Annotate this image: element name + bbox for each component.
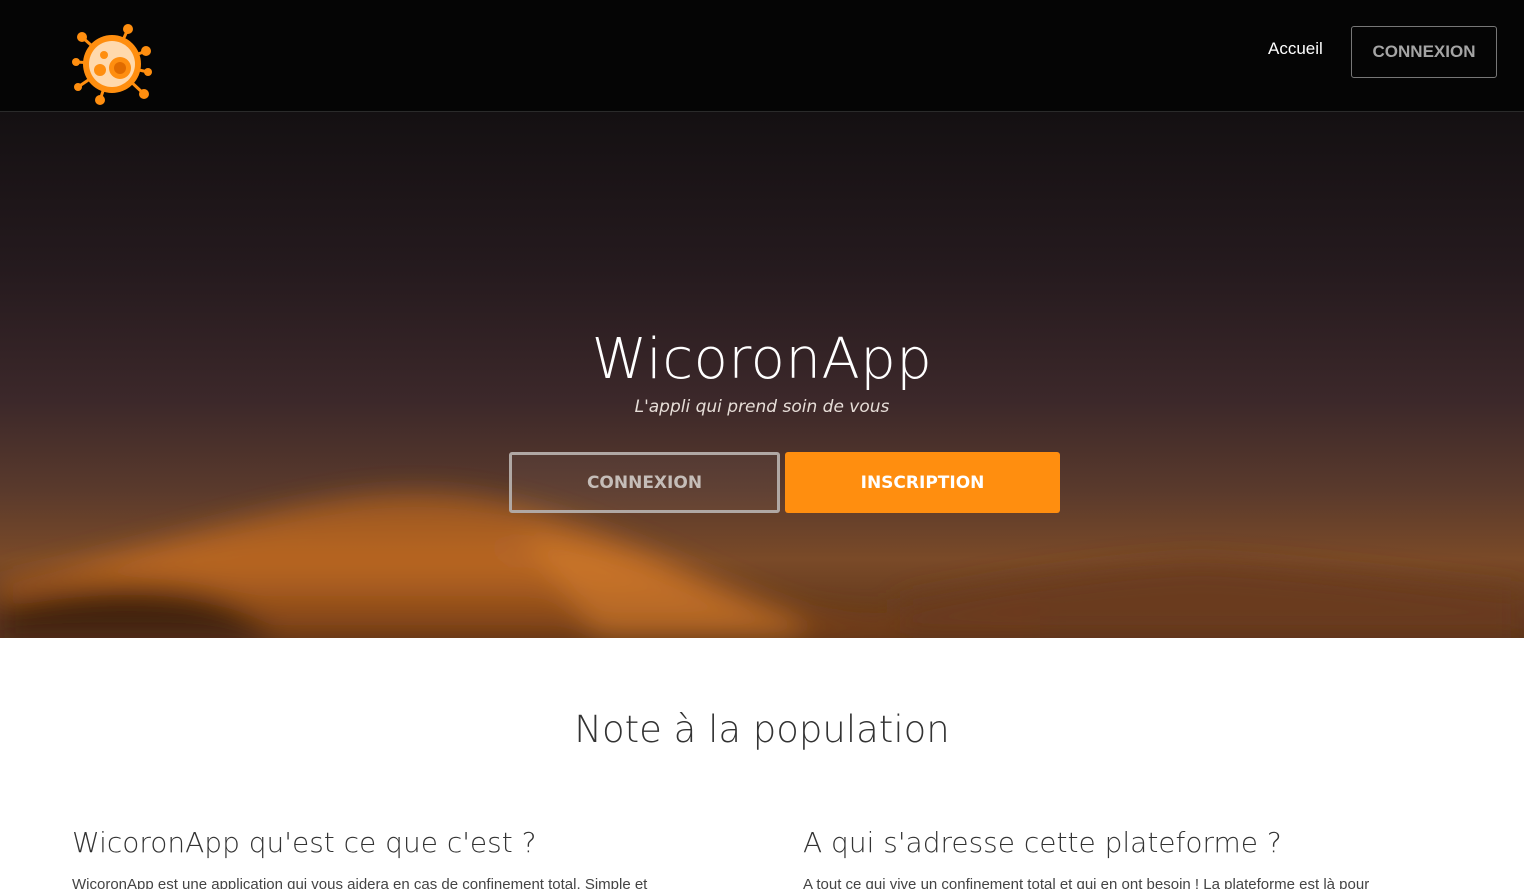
column-title-who: A qui s'adresse cette plateforme ? <box>803 826 1282 859</box>
hero-signup-button[interactable]: INSCRIPTION <box>785 452 1060 513</box>
hero-title: WicoronApp <box>591 327 933 392</box>
navbar: Accueil CONNEXION <box>0 0 1524 112</box>
column-text-who: A tout ce qui vive un confinement total … <box>803 876 1370 889</box>
virus-logo-icon[interactable] <box>70 22 154 106</box>
column-title-what: WicoronApp qu'est ce que c'est ? <box>72 826 537 859</box>
nav-login-button[interactable]: CONNEXION <box>1351 26 1497 78</box>
hero-section: WicoronApp L'appli qui prend soin de vou… <box>0 112 1524 638</box>
column-text-what: WicoronApp est une application qui vous … <box>72 876 648 889</box>
hero-login-button[interactable]: CONNEXION <box>509 452 780 513</box>
nav-link-home[interactable]: Accueil <box>1268 39 1323 59</box>
hero-subtitle: L'appli qui prend soin de vous <box>634 397 890 417</box>
section-title: Note à la population <box>574 708 950 751</box>
